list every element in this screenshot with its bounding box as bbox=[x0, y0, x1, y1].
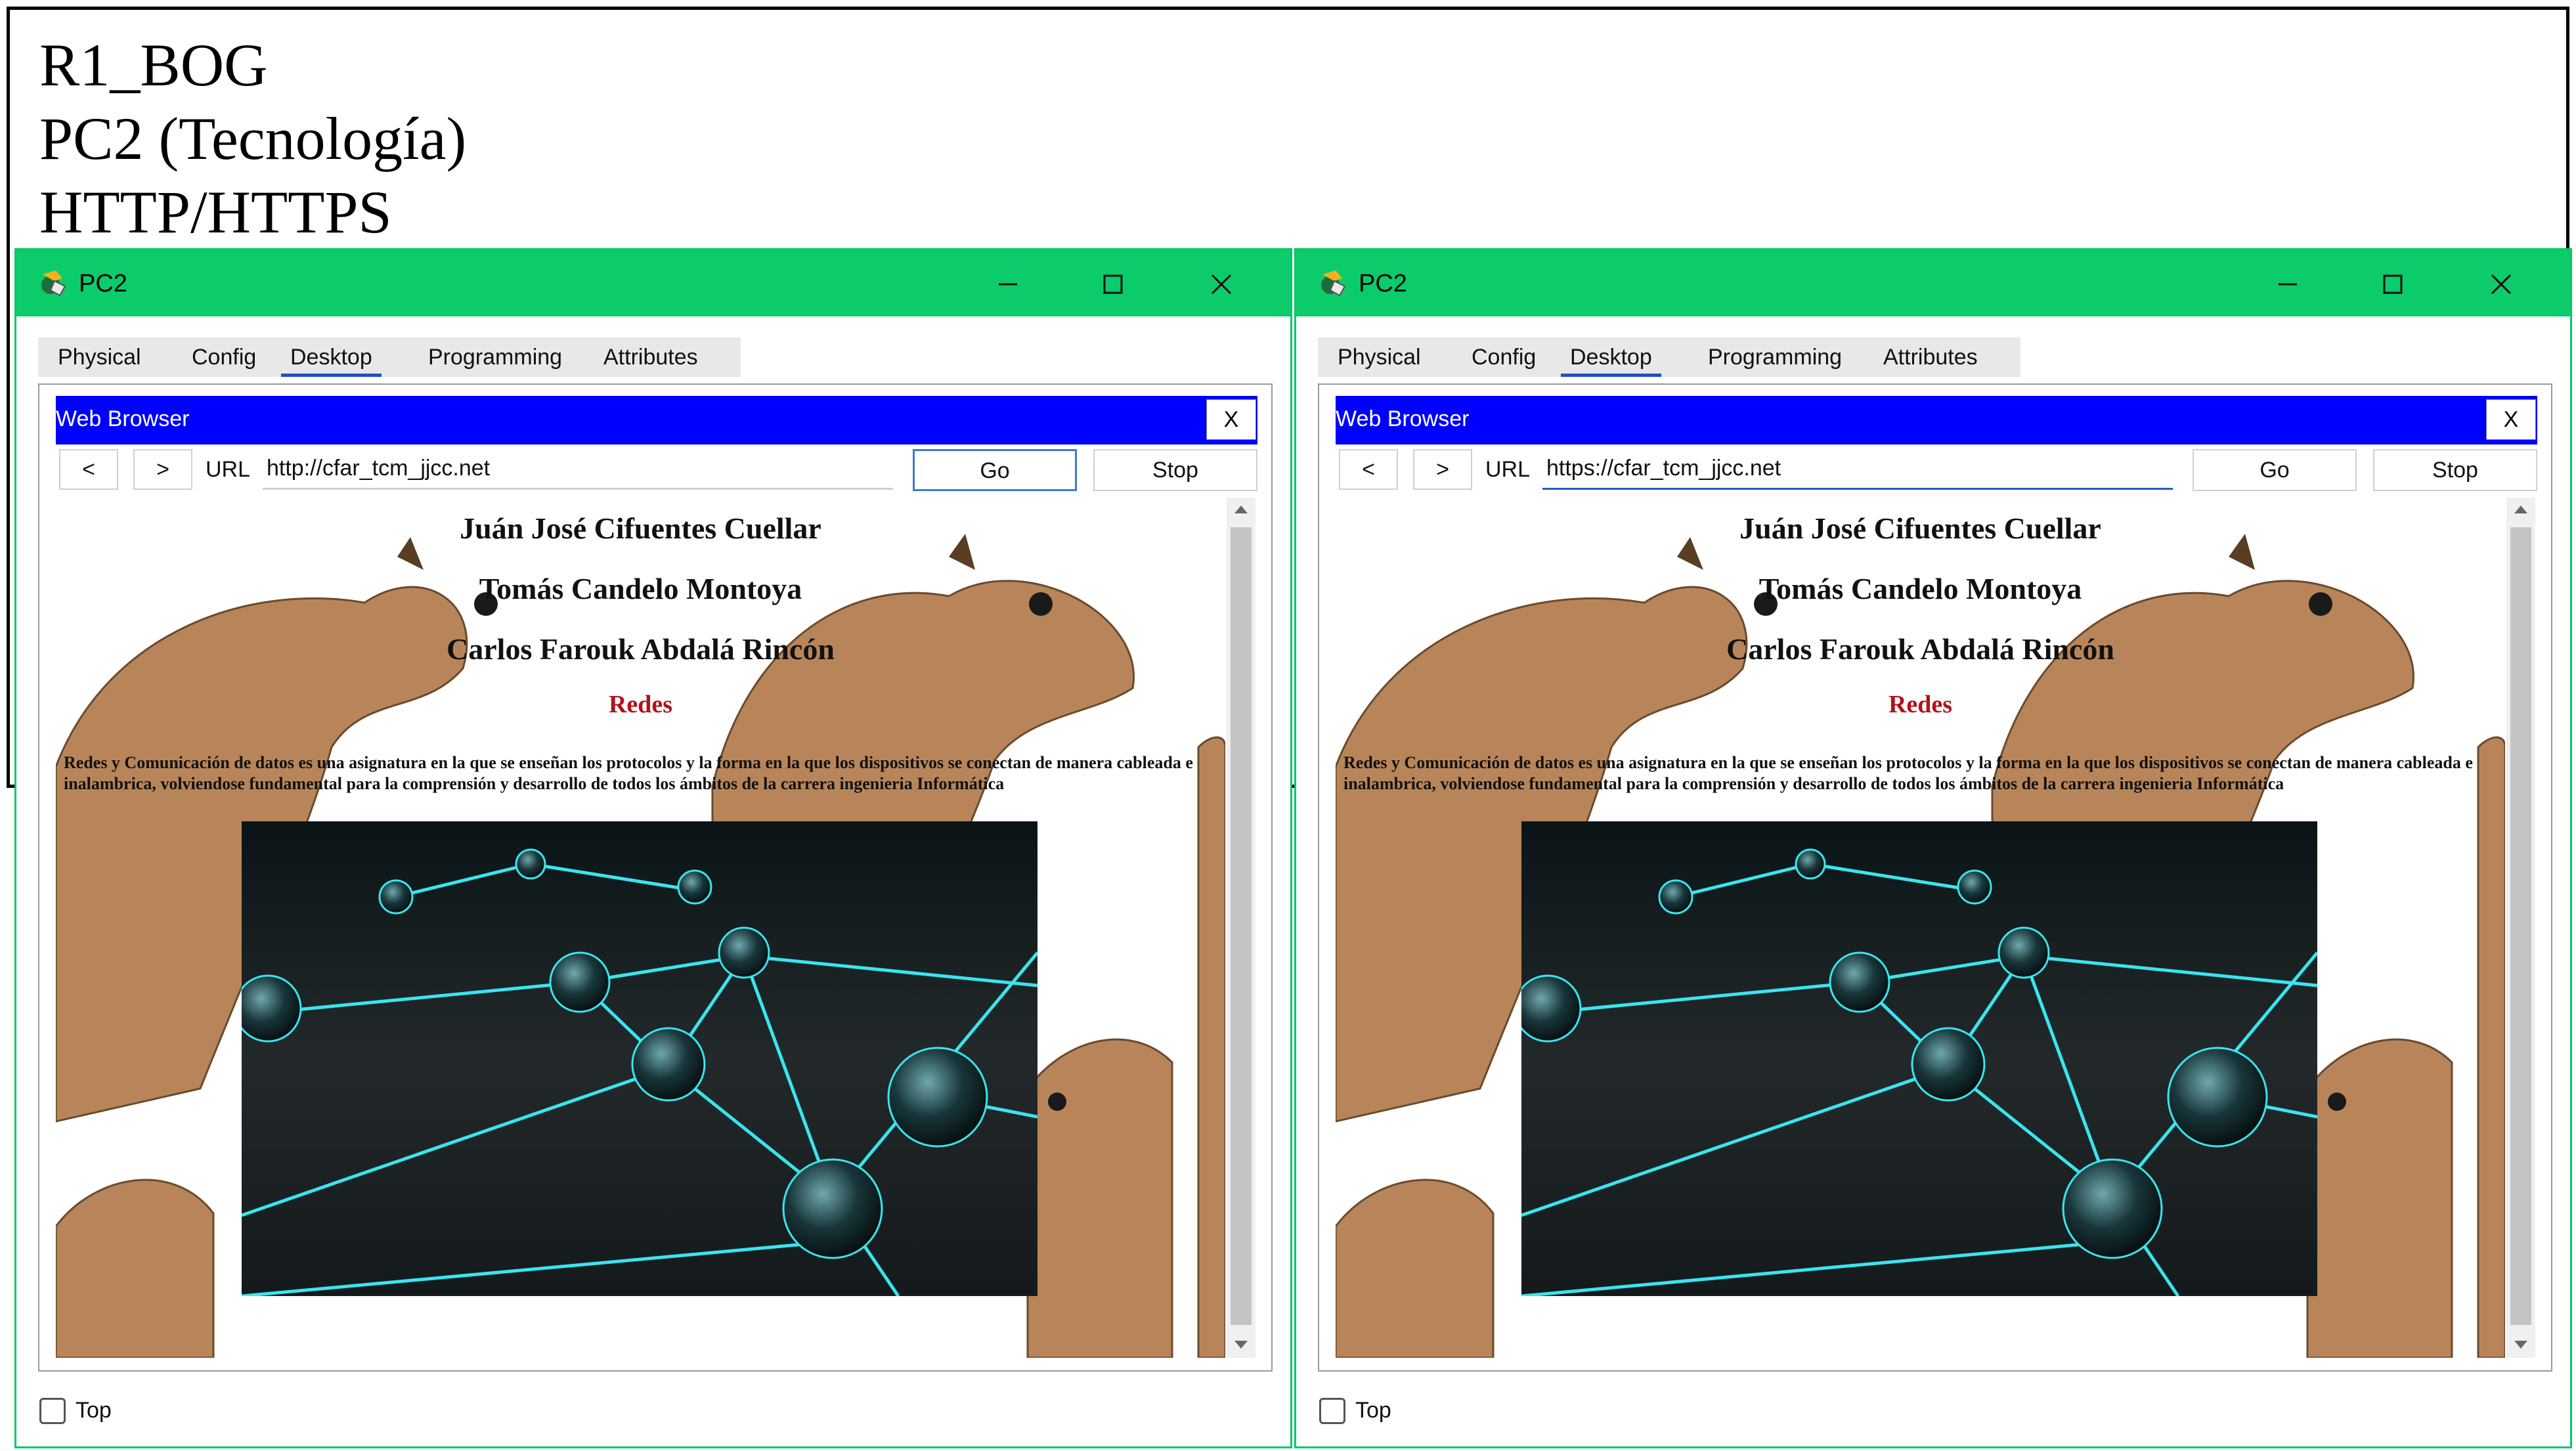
header-line-protocol: HTTP/HTTPS bbox=[39, 179, 392, 246]
scroll-down-icon[interactable] bbox=[2513, 1338, 2529, 1351]
tab-bar: Physical Config Desktop Programming Attr… bbox=[1318, 337, 2020, 377]
window-title: PC2 bbox=[1359, 270, 1407, 297]
tab-programming[interactable]: Programming bbox=[419, 337, 571, 377]
url-label: URL bbox=[206, 457, 251, 482]
subject-heading: Redes bbox=[1888, 691, 1953, 718]
author-name-2: Tomás Candelo Montoya bbox=[479, 572, 802, 605]
close-icon bbox=[1211, 274, 1232, 295]
vertical-scrollbar[interactable] bbox=[2506, 498, 2535, 1358]
tab-desktop[interactable]: Desktop bbox=[281, 337, 382, 377]
close-icon bbox=[2491, 274, 2512, 295]
web-browser-title: Web Browser bbox=[1336, 406, 1470, 431]
web-browser-titlebar: Web Browser X bbox=[1336, 396, 2537, 444]
vertical-scrollbar[interactable] bbox=[1227, 498, 1255, 1358]
network-image bbox=[1521, 821, 2317, 1296]
minimize-button[interactable] bbox=[2268, 265, 2307, 304]
header-line-pc: PC2 (Tecnología) bbox=[39, 105, 467, 172]
subject-heading: Redes bbox=[608, 691, 673, 718]
window-titlebar[interactable]: PC2 bbox=[16, 250, 1290, 316]
minimize-icon bbox=[999, 283, 1017, 286]
description-paragraph: Redes y Comunicación de datos es una asi… bbox=[1343, 753, 2473, 793]
pc2-window-left: PC2 Physical Config Desktop Programming … bbox=[14, 248, 1292, 1448]
author-name-3: Carlos Farouk Abdalá Rincón bbox=[447, 632, 835, 666]
maximize-icon bbox=[2383, 274, 2403, 294]
web-browser-titlebar: Web Browser X bbox=[56, 396, 1257, 444]
browser-close-button[interactable]: X bbox=[1206, 399, 1256, 440]
top-checkbox[interactable] bbox=[39, 1398, 66, 1424]
desktop-panel: Web Browser X < > URL Go Stop bbox=[38, 383, 1273, 1372]
tab-physical[interactable]: Physical bbox=[49, 337, 150, 377]
forward-button[interactable]: > bbox=[1413, 449, 1472, 490]
maximize-button[interactable] bbox=[1093, 265, 1133, 304]
back-button[interactable]: < bbox=[59, 449, 118, 490]
description-paragraph: Redes y Comunicación de datos es una asi… bbox=[64, 753, 1193, 793]
url-input[interactable] bbox=[263, 449, 893, 490]
maximize-button[interactable] bbox=[2373, 265, 2412, 304]
go-button[interactable]: Go bbox=[913, 449, 1077, 491]
back-button[interactable]: < bbox=[1339, 449, 1398, 490]
tab-bar: Physical Config Desktop Programming Attr… bbox=[38, 337, 741, 377]
author-name-1: Juán José Cifuentes Cuellar bbox=[460, 511, 821, 545]
minimize-icon bbox=[2279, 283, 2297, 286]
tab-attributes[interactable]: Attributes bbox=[1874, 337, 1987, 377]
minimize-button[interactable] bbox=[988, 265, 1028, 304]
stop-button[interactable]: Stop bbox=[1093, 449, 1257, 491]
tab-attributes[interactable]: Attributes bbox=[594, 337, 707, 377]
scroll-up-icon[interactable] bbox=[1233, 503, 1249, 516]
web-browser-title: Web Browser bbox=[56, 406, 190, 431]
author-name-2: Tomás Candelo Montoya bbox=[1758, 572, 2082, 605]
stop-button[interactable]: Stop bbox=[2373, 449, 2537, 491]
url-label: URL bbox=[1485, 457, 1531, 482]
author-name-3: Carlos Farouk Abdalá Rincón bbox=[1726, 632, 2114, 666]
tab-config[interactable]: Config bbox=[1462, 337, 1545, 377]
close-button[interactable] bbox=[2481, 265, 2521, 304]
scroll-up-icon[interactable] bbox=[2513, 503, 2529, 516]
maximize-icon bbox=[1103, 274, 1123, 294]
network-image bbox=[242, 821, 1037, 1296]
go-button[interactable]: Go bbox=[2193, 449, 2357, 491]
tab-programming[interactable]: Programming bbox=[1699, 337, 1851, 377]
top-checkbox[interactable] bbox=[1319, 1398, 1345, 1424]
tab-desktop[interactable]: Desktop bbox=[1561, 337, 1661, 377]
web-page-viewport: Juán José Cifuentes Cuellar Tomás Candel… bbox=[56, 498, 1225, 1358]
scroll-thumb[interactable] bbox=[2510, 527, 2531, 1325]
web-page-viewport: Juán José Cifuentes Cuellar Tomás Candel… bbox=[1336, 498, 2505, 1358]
top-checkbox-label: Top bbox=[1355, 1398, 1391, 1423]
header-line-router: R1_BOG bbox=[39, 32, 268, 98]
url-input[interactable] bbox=[1542, 449, 2173, 490]
author-name-1: Juán José Cifuentes Cuellar bbox=[1739, 511, 2101, 545]
top-checkbox-label: Top bbox=[76, 1398, 112, 1423]
desktop-panel: Web Browser X < > URL Go Stop bbox=[1318, 383, 2552, 1372]
pc2-window-right: PC2 Physical Config Desktop Programming … bbox=[1294, 248, 2572, 1448]
scroll-down-icon[interactable] bbox=[1233, 1338, 1249, 1351]
tab-config[interactable]: Config bbox=[183, 337, 265, 377]
close-button[interactable] bbox=[1202, 265, 1241, 304]
forward-button[interactable]: > bbox=[133, 449, 192, 490]
packet-tracer-icon bbox=[1321, 271, 1346, 297]
packet-tracer-icon bbox=[41, 271, 66, 297]
tab-physical[interactable]: Physical bbox=[1328, 337, 1430, 377]
scroll-thumb[interactable] bbox=[1231, 527, 1252, 1325]
browser-close-button[interactable]: X bbox=[2486, 399, 2536, 440]
window-title: PC2 bbox=[79, 270, 127, 297]
window-titlebar[interactable]: PC2 bbox=[1296, 250, 2570, 316]
